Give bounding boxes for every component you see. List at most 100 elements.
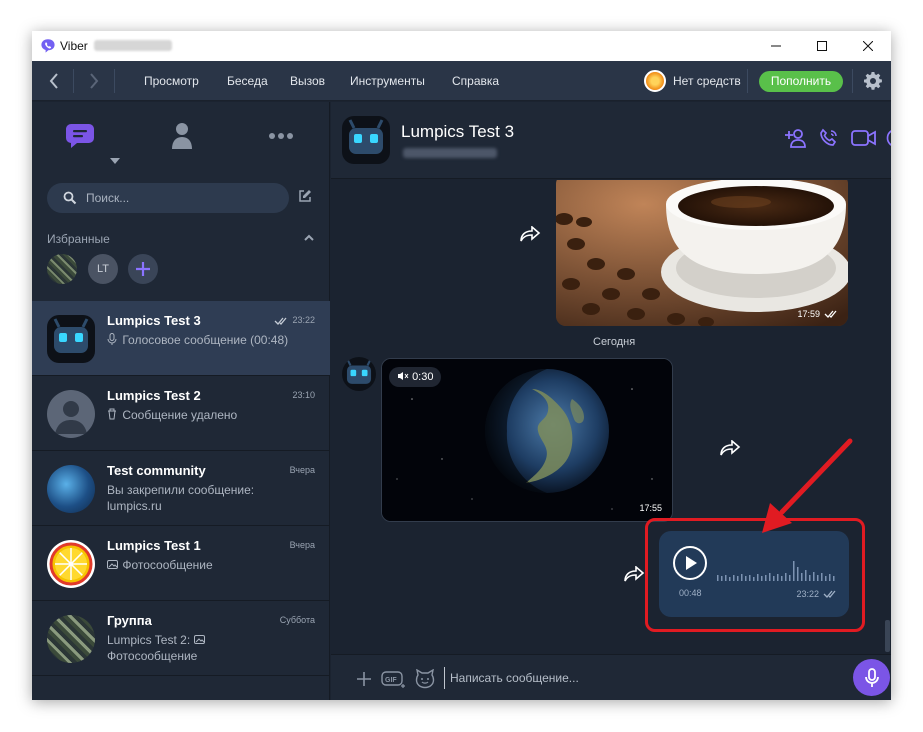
chevron-up-icon[interactable] [304, 234, 314, 241]
chat-name: Lumpics Test 1 [107, 538, 201, 553]
chat-name: Test community [107, 463, 206, 478]
gif-button[interactable]: GIF [381, 668, 407, 690]
share-icon[interactable] [519, 226, 541, 242]
menu-call[interactable]: Вызов [290, 74, 325, 88]
back-button[interactable] [34, 61, 74, 101]
scrollbar[interactable] [885, 620, 890, 652]
divider [747, 69, 748, 93]
search-input[interactable]: Поиск... [47, 183, 289, 213]
avatar [47, 390, 95, 438]
blurred-contact-phone [403, 148, 497, 158]
attach-button[interactable] [353, 668, 375, 690]
chat-item-lumpics-test-1[interactable]: Lumpics Test 1 Вчера Фотосообщение [32, 526, 330, 601]
avatar [47, 315, 95, 363]
favorites-title: Избранные [47, 232, 110, 246]
caret-down-icon[interactable] [110, 158, 120, 164]
balance-status[interactable]: Нет средств [673, 74, 741, 88]
chat-preview-text: Вы закрепили сообщение: lumpics.ru [107, 483, 255, 513]
chat-time: Суббота [279, 615, 315, 625]
compose-icon[interactable] [298, 189, 312, 203]
tab-more[interactable] [261, 116, 301, 156]
info-icon [886, 130, 891, 146]
message-timestamp: 17:55 [639, 503, 662, 513]
message-timestamp: 17:59 [797, 309, 838, 319]
add-participant-button[interactable] [783, 125, 809, 151]
chat-preview: Фотосообщение [107, 557, 312, 573]
record-voice-button[interactable] [853, 659, 890, 696]
chat-item-lumpics-test-2[interactable]: Lumpics Test 2 23:10 Сообщение удалено [32, 376, 330, 451]
share-icon[interactable] [719, 440, 741, 456]
title-bar: Viber [32, 31, 891, 61]
forward-button[interactable] [74, 61, 114, 101]
video-time: 17:55 [639, 503, 662, 513]
svg-text:GIF: GIF [385, 677, 397, 684]
maximize-icon [817, 41, 827, 51]
chat-time: 23:10 [292, 390, 315, 400]
chat-preview-text: Фотосообщение [122, 558, 213, 572]
call-button[interactable] [816, 125, 842, 151]
photo-icon [107, 560, 118, 569]
chats-icon [66, 124, 94, 148]
favorite-avatar-group[interactable] [47, 254, 77, 284]
microphone-icon [864, 667, 879, 687]
menu-view[interactable]: Просмотр [144, 74, 199, 88]
photo-message[interactable]: 17:59 [556, 180, 848, 326]
message-input[interactable] [444, 667, 744, 689]
viber-window: Viber Просмотр Беседа Вызов Инструменты … [32, 31, 891, 700]
favorite-avatar-lt[interactable]: LT [88, 254, 118, 284]
video-message[interactable]: 0:30 17:55 [381, 358, 673, 522]
video-call-button[interactable] [851, 125, 877, 151]
default-user-avatar-icon [55, 401, 87, 434]
viber-logo-icon [41, 39, 55, 53]
menu-help[interactable]: Справка [452, 74, 499, 88]
chat-list: Lumpics Test 3 23:22 Голосовое сообщение… [32, 301, 330, 676]
sticker-button[interactable] [414, 668, 436, 690]
search-placeholder: Поиск... [86, 191, 130, 205]
read-check-icon [824, 310, 837, 318]
chat-preview-text: Фотосообщение [107, 649, 198, 663]
contacts-icon [172, 123, 192, 149]
message-composer: GIF [331, 654, 891, 700]
tab-contacts[interactable] [162, 116, 202, 156]
minimize-button[interactable] [753, 31, 799, 61]
chat-item-group[interactable]: Группа Суббота Lumpics Test 2: Фотосообщ… [32, 601, 330, 676]
info-button[interactable] [883, 125, 891, 151]
chat-item-lumpics-test-3[interactable]: Lumpics Test 3 23:22 Голосовое сообщение… [32, 301, 330, 376]
muted-speaker-icon [398, 372, 409, 380]
search-icon [63, 191, 77, 205]
settings-gear-icon[interactable] [863, 71, 883, 91]
tab-chats[interactable] [60, 116, 100, 156]
call-icon [820, 128, 837, 146]
mic-icon [107, 333, 117, 345]
chat-time: Вчера [289, 540, 315, 550]
close-button[interactable] [845, 31, 891, 61]
lemon-avatar-icon [49, 542, 93, 586]
chevron-right-icon [90, 73, 99, 89]
chat-name: Lumpics Test 3 [107, 313, 201, 328]
topup-button[interactable]: Пополнить [759, 71, 843, 92]
add-favorite-button[interactable] [128, 254, 158, 284]
plus-icon [357, 672, 371, 686]
chat-name: Lumpics Test 2 [107, 388, 201, 403]
contact-name[interactable]: Lumpics Test 3 [401, 122, 514, 142]
blurred-account-number [94, 40, 172, 51]
robot-avatar-icon [348, 119, 384, 154]
sender-avatar[interactable] [342, 357, 376, 391]
share-icon[interactable] [623, 566, 645, 582]
window-title: Viber [60, 39, 88, 53]
menu-conversation[interactable]: Беседа [227, 74, 268, 88]
read-check-icon [274, 317, 287, 325]
chat-preview-text: Сообщение удалено [122, 408, 238, 422]
contact-avatar[interactable] [342, 116, 390, 164]
chat-time: Вчера [289, 465, 315, 475]
chat-item-test-community[interactable]: Test community Вчера Вы закрепили сообще… [32, 451, 330, 526]
conversation-header: Lumpics Test 3 [331, 102, 891, 179]
maximize-button[interactable] [799, 31, 845, 61]
video-call-icon [851, 130, 876, 146]
chat-name: Группа [107, 613, 152, 628]
robot-avatar-icon [346, 359, 372, 384]
avatar [47, 615, 95, 663]
menu-tools[interactable]: Инструменты [350, 74, 425, 88]
conversation-pane: Lumpics Test 3 17:59 Сегодня 0:30 17:55 … [331, 102, 891, 700]
video-duration-badge[interactable]: 0:30 [389, 367, 442, 387]
